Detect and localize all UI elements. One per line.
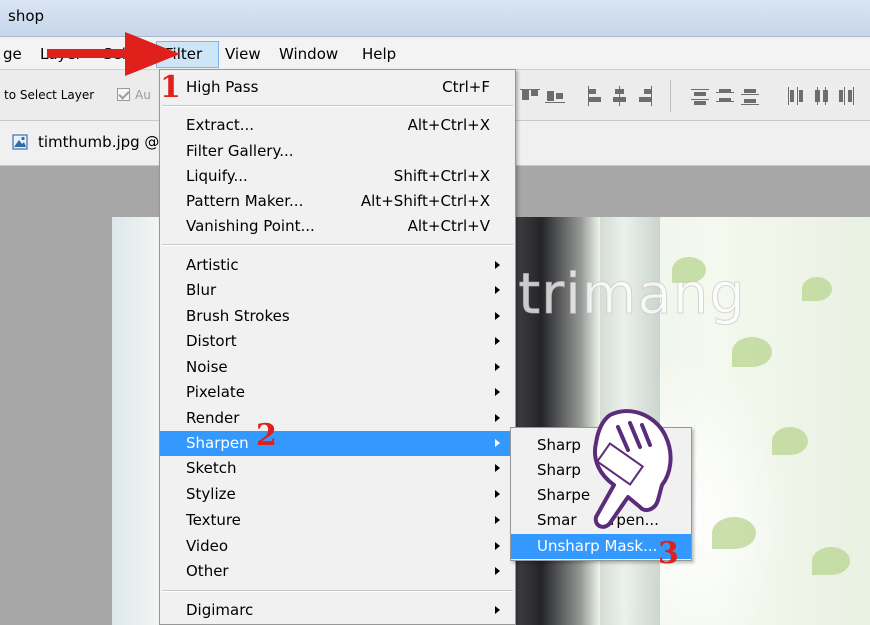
distribute-right-icon[interactable] bbox=[835, 86, 855, 106]
menu-item-pattern-maker[interactable]: Pattern Maker... Alt+Shift+Ctrl+X bbox=[160, 189, 515, 214]
menu-item-liquify[interactable]: Liquify... Shift+Ctrl+X bbox=[160, 164, 515, 189]
distribute-bottom-icon[interactable] bbox=[740, 86, 760, 106]
submenu-arrow-icon bbox=[495, 312, 500, 320]
submenu-arrow-icon bbox=[495, 567, 500, 575]
menu-item-blur[interactable]: Blur bbox=[160, 278, 515, 303]
toolbar-separator bbox=[670, 80, 671, 112]
menu-separator bbox=[162, 590, 513, 592]
menu-item-shortcut: Alt+Shift+Ctrl+X bbox=[360, 192, 490, 210]
distribute-middle-icon[interactable] bbox=[715, 86, 735, 106]
menu-item-label: Other bbox=[186, 562, 229, 580]
menu-item-label: Filter Gallery... bbox=[186, 142, 294, 160]
menu-item-label: Vanishing Point... bbox=[186, 217, 315, 235]
menu-item-label: Stylize bbox=[186, 485, 236, 503]
submenu-arrow-icon bbox=[495, 337, 500, 345]
submenu-arrow-icon bbox=[495, 490, 500, 498]
menu-item-video[interactable]: Video bbox=[160, 534, 515, 559]
menu-item-brush-strokes[interactable]: Brush Strokes bbox=[160, 304, 515, 329]
menu-separator bbox=[162, 244, 513, 246]
menu-item-shortcut: Ctrl+F bbox=[442, 78, 490, 96]
menu-item-sharpen[interactable]: Sharpen bbox=[160, 431, 515, 456]
submenu-arrow-icon bbox=[495, 286, 500, 294]
menu-item-label: Video bbox=[186, 537, 229, 555]
distribute-top-icon[interactable] bbox=[690, 86, 710, 106]
menu-item-label: Digimarc bbox=[186, 601, 254, 619]
submenu-arrow-icon bbox=[495, 516, 500, 524]
menu-item-digimarc[interactable]: Digimarc bbox=[160, 598, 515, 623]
menu-item-extract[interactable]: Extract... Alt+Ctrl+X bbox=[160, 113, 515, 138]
menu-item-label: Texture bbox=[186, 511, 241, 529]
menu-item-texture[interactable]: Texture bbox=[160, 508, 515, 533]
align-middle-icon[interactable] bbox=[545, 86, 565, 106]
menu-item-label: Brush Strokes bbox=[186, 307, 290, 325]
menu-item-label: Pixelate bbox=[186, 383, 245, 401]
submenu-arrow-icon bbox=[495, 464, 500, 472]
menu-item-shortcut: Alt+Ctrl+V bbox=[407, 217, 490, 235]
app-title: shop bbox=[8, 7, 45, 25]
menu-item-label: Blur bbox=[186, 281, 217, 299]
menu-item-label: High Pass bbox=[186, 78, 259, 96]
menu-item-label: Artistic bbox=[186, 256, 239, 274]
menu-item-distort[interactable]: Distort bbox=[160, 329, 515, 354]
menu-item-vanishing-point[interactable]: Vanishing Point... Alt+Ctrl+V bbox=[160, 214, 515, 239]
menu-item-label: Noise bbox=[186, 358, 228, 376]
align-top-icon[interactable] bbox=[520, 86, 540, 106]
submenu-arrow-icon bbox=[495, 261, 500, 269]
align-left-icon[interactable] bbox=[585, 86, 605, 106]
menu-item-shortcut: Shift+Ctrl+X bbox=[393, 167, 490, 185]
leaf-decoration bbox=[732, 337, 772, 367]
menu-item-label: Distort bbox=[186, 332, 237, 350]
menu-view[interactable]: View bbox=[225, 45, 261, 63]
menu-item-render[interactable]: Render bbox=[160, 406, 515, 431]
submenu-arrow-icon bbox=[495, 363, 500, 371]
distribute-left-icon[interactable] bbox=[785, 86, 805, 106]
menu-item-high-pass[interactable]: High Pass Ctrl+F bbox=[160, 75, 515, 100]
step-1-annotation: 1 bbox=[160, 70, 181, 105]
menu-item-stylize[interactable]: Stylize bbox=[160, 482, 515, 507]
step-2-annotation: 2 bbox=[256, 418, 277, 453]
image-file-icon bbox=[12, 134, 28, 150]
leaf-decoration bbox=[772, 427, 808, 455]
distribute-center-icon[interactable] bbox=[810, 86, 830, 106]
menu-item-label: Render bbox=[186, 409, 240, 427]
menu-item-shortcut: Alt+Ctrl+X bbox=[407, 116, 490, 134]
align-right-icon[interactable] bbox=[635, 86, 655, 106]
submenu-arrow-icon bbox=[495, 606, 500, 614]
menu-item-artistic[interactable]: Artistic bbox=[160, 253, 515, 278]
menu-item-sketch[interactable]: Sketch bbox=[160, 456, 515, 481]
menu-item-label: Sharpen bbox=[186, 434, 249, 452]
submenu-arrow-icon bbox=[495, 414, 500, 422]
submenu-arrow-icon bbox=[495, 439, 500, 447]
menu-item-filter-gallery[interactable]: Filter Gallery... bbox=[160, 139, 515, 164]
menu-item-label: Pattern Maker... bbox=[186, 192, 304, 210]
menu-help[interactable]: Help bbox=[362, 45, 396, 63]
menu-item-label: Sketch bbox=[186, 459, 237, 477]
submenu-arrow-icon bbox=[495, 388, 500, 396]
menu-window[interactable]: Window bbox=[279, 45, 338, 63]
leaf-decoration bbox=[802, 277, 832, 301]
menu-item-pixelate[interactable]: Pixelate bbox=[160, 380, 515, 405]
menu-separator bbox=[162, 105, 513, 107]
document-tab-title[interactable]: timthumb.jpg @ bbox=[38, 133, 159, 151]
menu-item-noise[interactable]: Noise bbox=[160, 355, 515, 380]
leaf-decoration bbox=[812, 547, 850, 575]
pointing-hand-icon bbox=[593, 409, 673, 529]
filter-dropdown-menu: High Pass Ctrl+F Extract... Alt+Ctrl+X F… bbox=[159, 69, 516, 625]
submenu-arrow-icon bbox=[495, 542, 500, 550]
menu-item-label: Liquify... bbox=[186, 167, 248, 185]
menu-item-other[interactable]: Other bbox=[160, 559, 515, 584]
step-3-annotation: 3 bbox=[658, 536, 679, 571]
menu-item-label: Extract... bbox=[186, 116, 255, 134]
align-center-icon[interactable] bbox=[610, 86, 630, 106]
menu-image[interactable]: ge bbox=[3, 45, 22, 63]
leaf-decoration bbox=[712, 517, 756, 549]
